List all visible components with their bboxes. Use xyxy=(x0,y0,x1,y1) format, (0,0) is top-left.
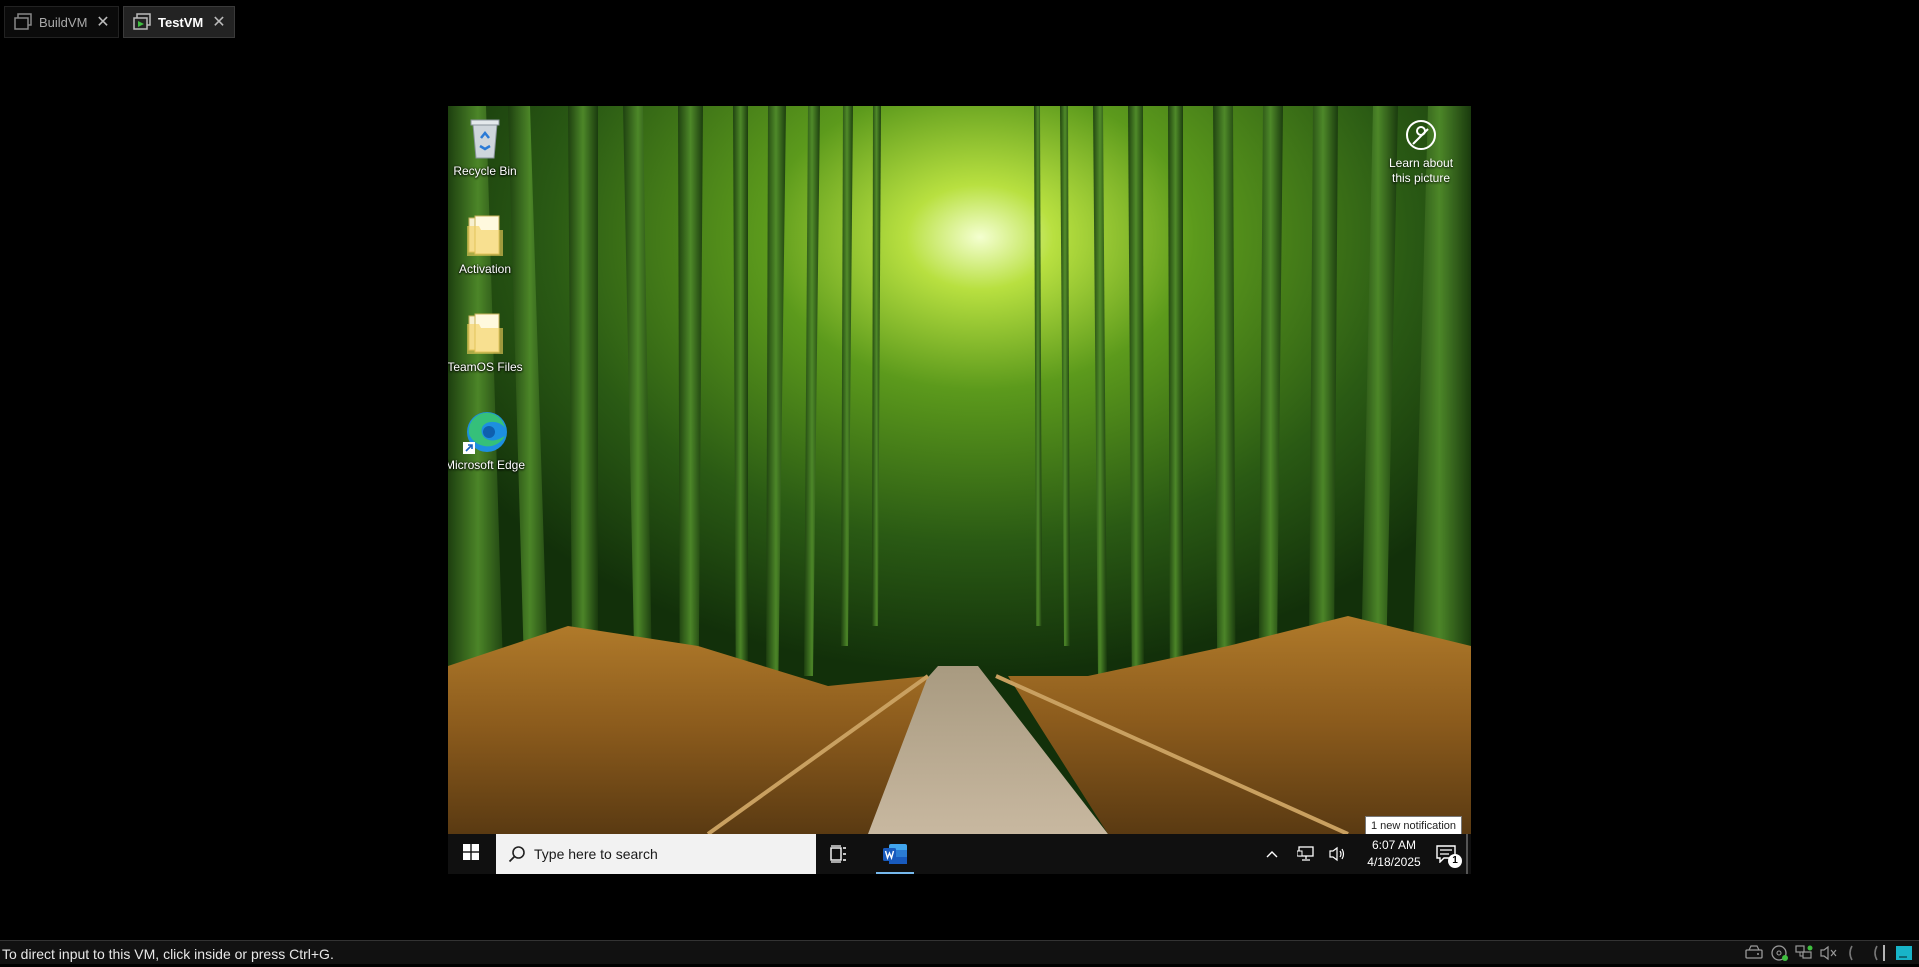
clock-time: 6:07 AM xyxy=(1371,838,1417,852)
vm-icon xyxy=(13,12,33,32)
desktop-icon-label: Recycle Bin xyxy=(453,164,517,178)
optical-drive-icon[interactable] xyxy=(1769,944,1789,962)
vm-running-icon xyxy=(132,12,152,32)
network-icon xyxy=(1296,846,1315,866)
speaker-icon xyxy=(1329,846,1347,866)
search-icon xyxy=(508,845,526,863)
desktop-icon-microsoft-edge[interactable]: Microsoft Edge xyxy=(448,408,527,473)
action-center-button[interactable]: 1 xyxy=(1430,834,1464,874)
edge-icon xyxy=(461,408,509,456)
vm-tab-bar: BuildVM ✕ TestVM ✕ xyxy=(0,0,1919,42)
word-icon xyxy=(883,842,907,871)
taskbar-word-app[interactable] xyxy=(872,834,918,874)
tab-buildvm[interactable]: BuildVM ✕ xyxy=(4,6,119,38)
close-icon[interactable]: ✕ xyxy=(92,12,114,32)
camera-person-icon xyxy=(1404,118,1438,152)
learn-about-label: Learn about this picture xyxy=(1388,156,1454,185)
recycle-bin-icon xyxy=(461,114,509,162)
desktop-icon-recycle-bin[interactable]: Recycle Bin xyxy=(448,114,527,179)
task-view-icon xyxy=(828,845,848,868)
show-hidden-icons-button[interactable] xyxy=(1264,846,1280,862)
audio-muted-icon[interactable] xyxy=(1819,944,1839,962)
start-button[interactable] xyxy=(448,834,494,874)
active-app-indicator xyxy=(876,872,914,874)
vm-console-icon[interactable] xyxy=(1894,944,1914,962)
usb-icon[interactable] xyxy=(1844,944,1864,962)
usb-icon[interactable] xyxy=(1869,944,1889,962)
vm-status-bar: To direct input to this VM, click inside… xyxy=(0,940,1919,964)
folder-icon xyxy=(461,212,509,260)
removable-drive-icon[interactable] xyxy=(1744,944,1764,962)
desktop-icon-activation[interactable]: Activation xyxy=(448,212,527,277)
status-message: To direct input to this VM, click inside… xyxy=(2,946,334,962)
device-status-icons xyxy=(1744,943,1919,963)
tab-label: TestVM xyxy=(158,14,204,30)
volume-tray-button[interactable] xyxy=(1329,846,1347,862)
task-view-button[interactable] xyxy=(828,844,848,864)
taskbar-clock[interactable]: 6:07 AM 4/18/2025 xyxy=(1354,837,1434,871)
notification-tooltip: 1 new notification xyxy=(1365,816,1462,836)
close-icon[interactable]: ✕ xyxy=(208,12,230,32)
clock-date: 4/18/2025 xyxy=(1367,855,1421,869)
learn-about-picture[interactable]: Learn about this picture xyxy=(1361,118,1471,186)
notification-count-badge: 1 xyxy=(1448,854,1462,868)
desktop-wallpaper xyxy=(448,106,1471,834)
tab-testvm[interactable]: TestVM ✕ xyxy=(123,6,235,38)
search-placeholder: Type here to search xyxy=(534,846,658,862)
show-desktop-button[interactable] xyxy=(1466,834,1468,874)
tab-label: BuildVM xyxy=(39,14,88,30)
taskbar-search-box[interactable]: Type here to search xyxy=(496,834,816,874)
desktop-icon-label: TeamOS Files xyxy=(448,360,523,374)
network-adapter-icon[interactable] xyxy=(1794,944,1814,962)
folder-icon xyxy=(461,310,509,358)
desktop-icon-label: Activation xyxy=(458,262,512,276)
windows-logo-icon xyxy=(463,843,479,865)
desktop-icon-teamos-files[interactable]: TeamOS Files xyxy=(448,310,527,375)
vm-screen[interactable]: Recycle Bin Activation TeamOS Files Micr… xyxy=(448,106,1471,874)
network-tray-button[interactable] xyxy=(1296,846,1315,862)
taskbar: Type here to search 6:07 AM 4/18/2025 1 xyxy=(448,834,1471,874)
desktop-icon-label: Microsoft Edge xyxy=(448,458,526,472)
chevron-up-icon xyxy=(1264,849,1280,866)
